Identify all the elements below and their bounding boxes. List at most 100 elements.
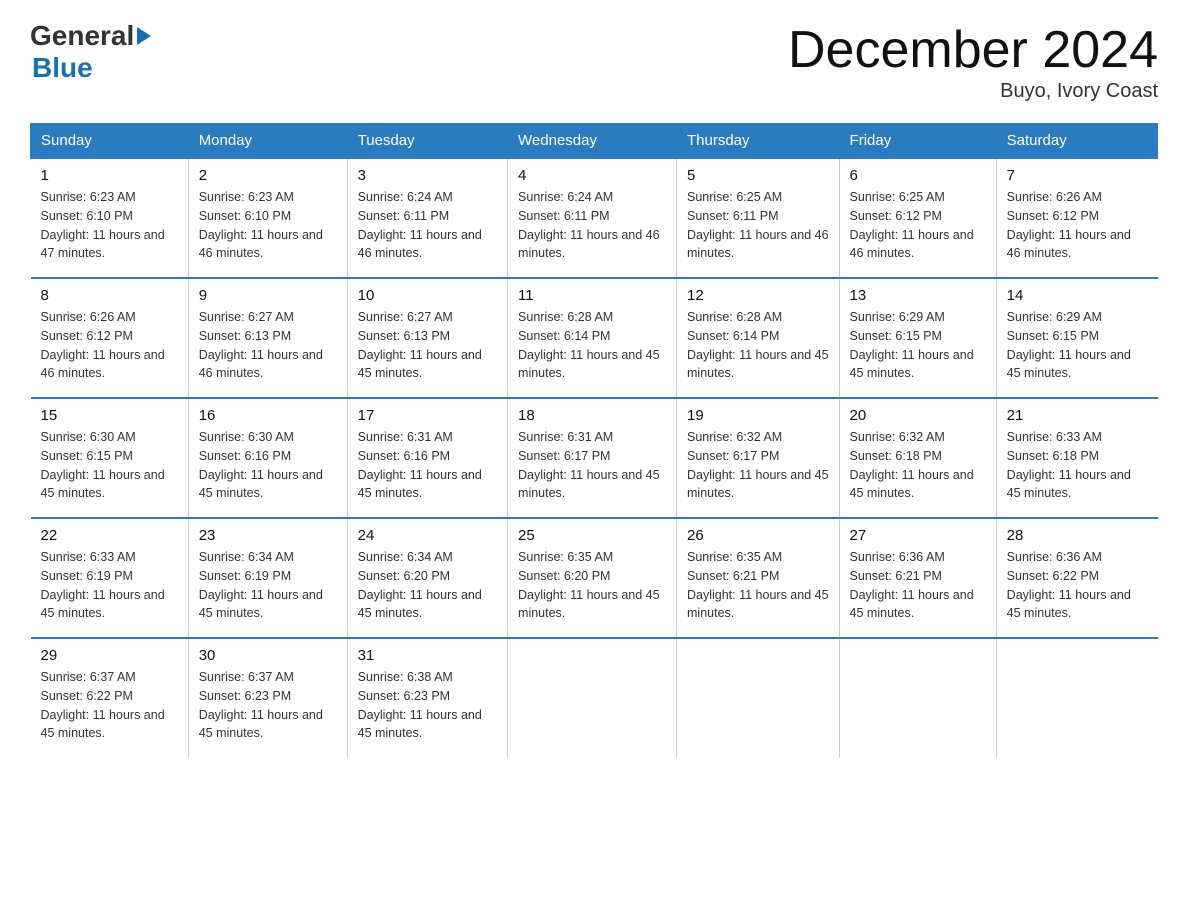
header-cell-thursday: Thursday: [677, 124, 840, 159]
day-info: Sunrise: 6:26 AMSunset: 6:12 PMDaylight:…: [1007, 188, 1148, 263]
day-info: Sunrise: 6:27 AMSunset: 6:13 PMDaylight:…: [199, 308, 337, 383]
day-info: Sunrise: 6:27 AMSunset: 6:13 PMDaylight:…: [358, 308, 497, 383]
day-number: 1: [41, 167, 178, 184]
day-number: 22: [41, 527, 178, 544]
day-cell: 2Sunrise: 6:23 AMSunset: 6:10 PMDaylight…: [188, 158, 347, 278]
day-info: Sunrise: 6:31 AMSunset: 6:16 PMDaylight:…: [358, 428, 497, 503]
day-cell: 15 Sunrise: 6:30 AMSunset: 6:15 PMDayligh…: [31, 398, 189, 518]
day-info: Sunrise: 6:37 AMSunset: 6:22 PMDaylight:…: [41, 668, 178, 743]
day-number: 7: [1007, 167, 1148, 184]
day-number: 24: [358, 527, 497, 544]
day-number: 31: [358, 647, 497, 664]
header-cell-saturday: Saturday: [996, 124, 1157, 159]
page-header: General Blue December 2024 Buyo, Ivory C…: [30, 20, 1158, 103]
day-cell: 21Sunrise: 6:33 AMSunset: 6:18 PMDayligh…: [996, 398, 1157, 518]
day-number: 12: [687, 287, 829, 304]
header-cell-tuesday: Tuesday: [347, 124, 507, 159]
location: Buyo, Ivory Coast: [788, 80, 1158, 103]
week-row-1: 1 Sunrise: 6:23 AMSunset: 6:10 PMDaylight…: [31, 158, 1158, 278]
day-cell: [839, 638, 996, 758]
day-cell: 20 Sunrise: 6:32 AMSunset: 6:18 PMDayligh…: [839, 398, 996, 518]
day-info: Sunrise: 6:30 AMSunset: 6:15 PMDaylight:…: [41, 428, 178, 503]
day-number: 17: [358, 407, 497, 424]
day-number: 18: [518, 407, 666, 424]
day-info: Sunrise: 6:28 AMSunset: 6:14 PMDaylight:…: [687, 308, 829, 383]
day-cell: 26Sunrise: 6:35 AMSunset: 6:21 PMDayligh…: [677, 518, 840, 638]
day-info: Sunrise: 6:29 AMSunset: 6:15 PMDaylight:…: [850, 308, 986, 383]
day-cell: 6 Sunrise: 6:25 AMSunset: 6:12 PMDaylight…: [839, 158, 996, 278]
day-cell: 30 Sunrise: 6:37 AMSunset: 6:23 PMDayligh…: [188, 638, 347, 758]
header-row: SundayMondayTuesdayWednesdayThursdayFrid…: [31, 124, 1158, 159]
day-info: Sunrise: 6:23 AMSunset: 6:10 PMDaylight:…: [41, 188, 178, 263]
logo: General Blue: [30, 20, 151, 84]
day-info: Sunrise: 6:33 AMSunset: 6:18 PMDaylight:…: [1007, 428, 1148, 503]
day-number: 16: [199, 407, 337, 424]
day-cell: 13 Sunrise: 6:29 AMSunset: 6:15 PMDayligh…: [839, 278, 996, 398]
day-info: Sunrise: 6:25 AMSunset: 6:12 PMDaylight:…: [850, 188, 986, 263]
day-info: Sunrise: 6:36 AMSunset: 6:21 PMDaylight:…: [850, 548, 986, 623]
month-title: December 2024: [788, 20, 1158, 80]
day-number: 28: [1007, 527, 1148, 544]
day-number: 15: [41, 407, 178, 424]
day-info: Sunrise: 6:32 AMSunset: 6:17 PMDaylight:…: [687, 428, 829, 503]
day-cell: 23 Sunrise: 6:34 AMSunset: 6:19 PMDayligh…: [188, 518, 347, 638]
day-number: 10: [358, 287, 497, 304]
calendar-table: SundayMondayTuesdayWednesdayThursdayFrid…: [30, 123, 1158, 758]
day-cell: [508, 638, 677, 758]
day-cell: 29 Sunrise: 6:37 AMSunset: 6:22 PMDayligh…: [31, 638, 189, 758]
day-number: 4: [518, 167, 666, 184]
day-cell: 1 Sunrise: 6:23 AMSunset: 6:10 PMDaylight…: [31, 158, 189, 278]
day-number: 23: [199, 527, 337, 544]
day-info: Sunrise: 6:33 AMSunset: 6:19 PMDaylight:…: [41, 548, 178, 623]
day-number: 27: [850, 527, 986, 544]
day-info: Sunrise: 6:37 AMSunset: 6:23 PMDaylight:…: [199, 668, 337, 743]
calendar-body: 1 Sunrise: 6:23 AMSunset: 6:10 PMDaylight…: [31, 158, 1158, 758]
day-cell: 24 Sunrise: 6:34 AMSunset: 6:20 PMDayligh…: [347, 518, 507, 638]
week-row-4: 22 Sunrise: 6:33 AMSunset: 6:19 PMDayligh…: [31, 518, 1158, 638]
day-info: Sunrise: 6:24 AMSunset: 6:11 PMDaylight:…: [518, 188, 666, 263]
day-cell: 27 Sunrise: 6:36 AMSunset: 6:21 PMDayligh…: [839, 518, 996, 638]
header-cell-wednesday: Wednesday: [508, 124, 677, 159]
day-info: Sunrise: 6:38 AMSunset: 6:23 PMDaylight:…: [358, 668, 497, 743]
title-section: December 2024 Buyo, Ivory Coast: [788, 20, 1158, 103]
day-number: 30: [199, 647, 337, 664]
header-cell-friday: Friday: [839, 124, 996, 159]
day-cell: 18 Sunrise: 6:31 AMSunset: 6:17 PMDayligh…: [508, 398, 677, 518]
week-row-3: 15 Sunrise: 6:30 AMSunset: 6:15 PMDayligh…: [31, 398, 1158, 518]
day-number: 6: [850, 167, 986, 184]
day-info: Sunrise: 6:24 AMSunset: 6:11 PMDaylight:…: [358, 188, 497, 263]
day-cell: [996, 638, 1157, 758]
day-number: 13: [850, 287, 986, 304]
day-cell: 5 Sunrise: 6:25 AMSunset: 6:11 PMDaylight…: [677, 158, 840, 278]
day-info: Sunrise: 6:34 AMSunset: 6:19 PMDaylight:…: [199, 548, 337, 623]
logo-arrow-icon: [137, 27, 151, 45]
day-number: 9: [199, 287, 337, 304]
day-cell: 10 Sunrise: 6:27 AMSunset: 6:13 PMDayligh…: [347, 278, 507, 398]
header-cell-sunday: Sunday: [31, 124, 189, 159]
day-cell: 25Sunrise: 6:35 AMSunset: 6:20 PMDayligh…: [508, 518, 677, 638]
week-row-5: 29 Sunrise: 6:37 AMSunset: 6:22 PMDayligh…: [31, 638, 1158, 758]
day-info: Sunrise: 6:28 AMSunset: 6:14 PMDaylight:…: [518, 308, 666, 383]
day-info: Sunrise: 6:31 AMSunset: 6:17 PMDaylight:…: [518, 428, 666, 503]
day-number: 29: [41, 647, 178, 664]
day-cell: 22 Sunrise: 6:33 AMSunset: 6:19 PMDayligh…: [31, 518, 189, 638]
day-cell: 4 Sunrise: 6:24 AMSunset: 6:11 PMDaylight…: [508, 158, 677, 278]
day-info: Sunrise: 6:30 AMSunset: 6:16 PMDaylight:…: [199, 428, 337, 503]
day-number: 20: [850, 407, 986, 424]
day-number: 5: [687, 167, 829, 184]
day-info: Sunrise: 6:36 AMSunset: 6:22 PMDaylight:…: [1007, 548, 1148, 623]
day-cell: 7 Sunrise: 6:26 AMSunset: 6:12 PMDaylight…: [996, 158, 1157, 278]
day-info: Sunrise: 6:25 AMSunset: 6:11 PMDaylight:…: [687, 188, 829, 263]
day-info: Sunrise: 6:34 AMSunset: 6:20 PMDaylight:…: [358, 548, 497, 623]
day-cell: 12 Sunrise: 6:28 AMSunset: 6:14 PMDayligh…: [677, 278, 840, 398]
day-cell: 28 Sunrise: 6:36 AMSunset: 6:22 PMDayligh…: [996, 518, 1157, 638]
day-info: Sunrise: 6:35 AMSunset: 6:20 PMDaylight:…: [518, 548, 666, 623]
logo-general-text: General: [30, 20, 151, 52]
day-cell: 17 Sunrise: 6:31 AMSunset: 6:16 PMDayligh…: [347, 398, 507, 518]
day-number: 3: [358, 167, 497, 184]
day-info: Sunrise: 6:26 AMSunset: 6:12 PMDaylight:…: [41, 308, 178, 383]
logo-blue-text: Blue: [32, 52, 93, 84]
day-cell: 8Sunrise: 6:26 AMSunset: 6:12 PMDaylight…: [31, 278, 189, 398]
header-cell-monday: Monday: [188, 124, 347, 159]
day-info: Sunrise: 6:32 AMSunset: 6:18 PMDaylight:…: [850, 428, 986, 503]
